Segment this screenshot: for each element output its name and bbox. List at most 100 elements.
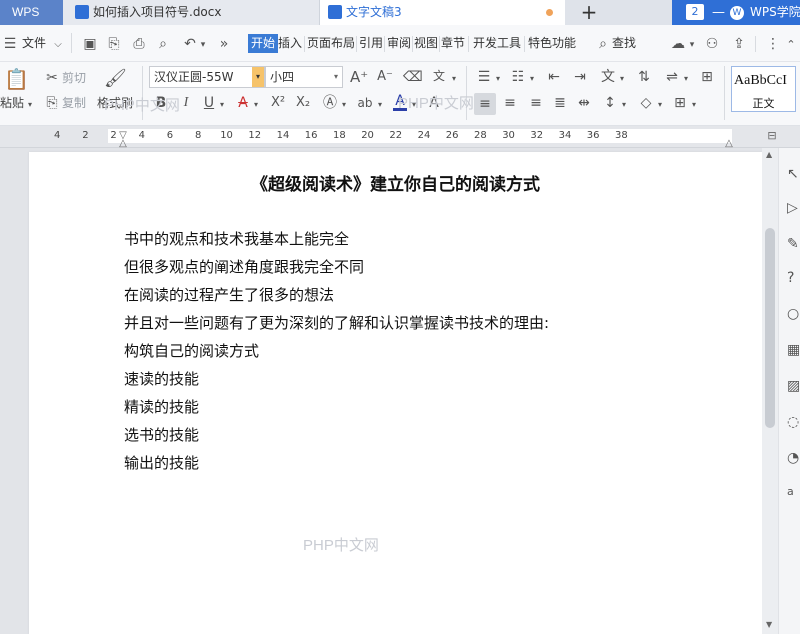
export-pdf-icon[interactable]: ⎘ — [106, 36, 122, 52]
tab-page-layout[interactable]: 页面布局 — [307, 34, 355, 53]
collapse-ribbon-icon[interactable]: ⌃ — [785, 37, 797, 53]
paste-icon[interactable]: 📋 — [4, 68, 29, 90]
chevron-down-icon[interactable]: ▾ — [218, 97, 226, 113]
cloud-sync-icon[interactable]: ☁ — [670, 36, 686, 52]
scissors-icon[interactable]: ✂ — [44, 70, 60, 86]
numbered-list-icon[interactable]: ☷ — [510, 69, 526, 85]
subscript-icon[interactable]: X₂ — [295, 95, 311, 111]
chevron-down-icon[interactable]: ▾ — [340, 97, 348, 113]
decrease-font-size-icon[interactable]: A⁻ — [376, 69, 394, 85]
line-spacing-icon[interactable]: ↕ — [602, 95, 618, 111]
tab-special-features[interactable]: 特色功能 — [528, 34, 576, 53]
chevron-down-icon[interactable]: ▾ — [450, 71, 458, 87]
comment-icon[interactable]: ◌ — [787, 414, 799, 430]
chevron-down-icon[interactable]: ▾ — [687, 37, 697, 53]
text-effect-icon[interactable]: Ⓐ — [322, 95, 338, 111]
chevron-down-icon[interactable]: ▾ — [620, 97, 628, 113]
copy-icon[interactable]: ⎘ — [44, 95, 60, 111]
copy-button[interactable]: 复制 — [62, 95, 86, 111]
chevron-down-icon[interactable]: ⌵ — [52, 37, 64, 53]
increase-font-size-icon[interactable]: A⁺ — [350, 69, 368, 85]
underline-icon[interactable]: U — [202, 95, 216, 111]
horizontal-ruler[interactable]: ▽ △ △ ⊟ 4 2 2 4 6 8 10 12 14 16 18 20 22 24 26 28 30 32 34… — [0, 126, 800, 149]
chevron-down-icon[interactable]: ▾ — [26, 97, 34, 113]
chevron-down-icon[interactable]: ▾ — [618, 71, 626, 87]
font-size-select[interactable]: 小四 ▾ — [265, 66, 343, 88]
tab-references[interactable]: 引用 — [359, 34, 383, 53]
scroll-up-icon[interactable]: ▲ — [766, 150, 772, 159]
save-icon[interactable]: ▣ — [82, 36, 98, 52]
arrow-icon[interactable]: ↖ — [787, 166, 799, 182]
bullet-list-icon[interactable]: ☰ — [476, 69, 492, 85]
vertical-scrollbar[interactable]: ▲ ▼ — [762, 148, 778, 634]
ruler-toggle-icon[interactable]: ⊟ — [766, 128, 778, 144]
chevron-down-icon[interactable]: ▾ — [252, 67, 264, 87]
table-icon[interactable]: ⊞ — [699, 69, 715, 85]
chevron-down-icon[interactable]: ▾ — [376, 97, 384, 113]
tab-chapter[interactable]: 章节 — [441, 34, 465, 53]
document-page[interactable]: 《超级阅读术》建立你自己的阅读方式 书中的观点和技术我基本上能完全 但很多观点的… — [29, 152, 762, 634]
share-icon[interactable]: ⇪ — [731, 36, 747, 52]
format-painter-icon[interactable]: 🖌 — [104, 68, 127, 90]
search-label[interactable]: 查找 — [612, 34, 636, 53]
tab-review[interactable]: 审阅 — [387, 34, 411, 53]
tab-document-1[interactable]: 如何插入项目符号.docx — [63, 0, 320, 25]
tab-insert[interactable]: 插入 — [278, 34, 302, 53]
chevron-down-icon[interactable]: ▾ — [656, 97, 664, 113]
superscript-icon[interactable]: X² — [270, 95, 286, 111]
wps-logo[interactable]: WPS — [0, 0, 63, 25]
wps-academy-button[interactable]: W WPS学院 — [730, 0, 800, 25]
chevron-down-icon[interactable]: ▾ — [494, 71, 502, 87]
image-icon[interactable]: ▨ — [787, 378, 800, 394]
hamburger-menu-icon[interactable]: ☰ — [3, 36, 17, 52]
show-hide-marks-icon[interactable]: ⇌ — [664, 69, 680, 85]
chevron-down-icon[interactable]: ▾ — [252, 97, 260, 113]
grid-icon[interactable]: ▦ — [787, 342, 800, 358]
pinyin-guide-icon[interactable]: 文 — [430, 68, 448, 84]
more-vertical-icon[interactable]: ⋮ — [766, 36, 780, 52]
justify-icon[interactable]: ≣ — [552, 95, 568, 111]
undo-dropdown-icon[interactable]: ▾ — [198, 37, 208, 53]
select-icon[interactable]: ▷ — [787, 200, 798, 216]
chevron-down-icon[interactable]: ▾ — [528, 71, 536, 87]
search-icon[interactable]: ⌕ — [595, 36, 611, 52]
align-left-icon[interactable]: ≡ — [474, 93, 496, 115]
font-name-select[interactable]: 汉仪正圆-55W ▾ — [149, 66, 265, 88]
style-icon[interactable]: ✎ — [787, 236, 799, 252]
cut-button[interactable]: 剪切 — [62, 70, 86, 86]
highlight-color-icon[interactable]: ab — [356, 95, 374, 111]
file-menu[interactable]: 文件 — [22, 34, 46, 53]
backup-icon[interactable]: ◔ — [787, 450, 799, 466]
tab-document-2[interactable]: 文字文稿3 — [320, 0, 565, 25]
print-preview-icon[interactable]: ⌕ — [155, 36, 171, 52]
undo-icon[interactable]: ↶ — [182, 36, 198, 52]
paste-button[interactable]: 粘贴 — [0, 95, 24, 111]
clear-formatting-icon[interactable]: ⌫ — [403, 69, 423, 85]
style-normal-button[interactable]: AaBbCcI 正文 — [731, 66, 796, 112]
borders-icon[interactable]: ⊞ — [672, 95, 688, 111]
collaborate-user-icon[interactable]: ⚇ — [704, 36, 720, 52]
tab-home[interactable]: 开始 — [248, 34, 279, 53]
chevron-down-icon[interactable]: ▾ — [690, 97, 698, 113]
sort-icon[interactable]: ⇅ — [636, 69, 652, 85]
tab-count-badge[interactable]: 2 — [686, 4, 704, 20]
shapes-icon[interactable]: ○ — [787, 306, 799, 322]
chevron-down-icon[interactable]: ▾ — [682, 71, 690, 87]
scrollbar-thumb[interactable] — [765, 228, 775, 428]
italic-icon[interactable]: I — [179, 95, 193, 111]
tab-view[interactable]: 视图 — [414, 34, 438, 53]
new-tab-button[interactable]: + — [577, 0, 601, 25]
chinese-layout-icon[interactable]: 文 — [600, 69, 616, 85]
scroll-down-icon[interactable]: ▼ — [766, 620, 772, 629]
minimize-icon[interactable]: — — [712, 0, 726, 25]
strikethrough-icon[interactable]: A — [236, 95, 250, 111]
decrease-indent-icon[interactable]: ⇤ — [546, 69, 562, 85]
align-center-icon[interactable]: ≡ — [502, 95, 518, 111]
align-right-icon[interactable]: ≡ — [528, 95, 544, 111]
tab-developer[interactable]: 开发工具 — [473, 34, 521, 53]
distributed-align-icon[interactable]: ⇹ — [576, 95, 592, 111]
chevron-down-icon[interactable]: ▾ — [330, 67, 342, 87]
shading-icon[interactable]: ◇ — [638, 95, 654, 111]
increase-indent-icon[interactable]: ⇥ — [572, 69, 588, 85]
translate-icon[interactable]: a — [787, 484, 794, 500]
